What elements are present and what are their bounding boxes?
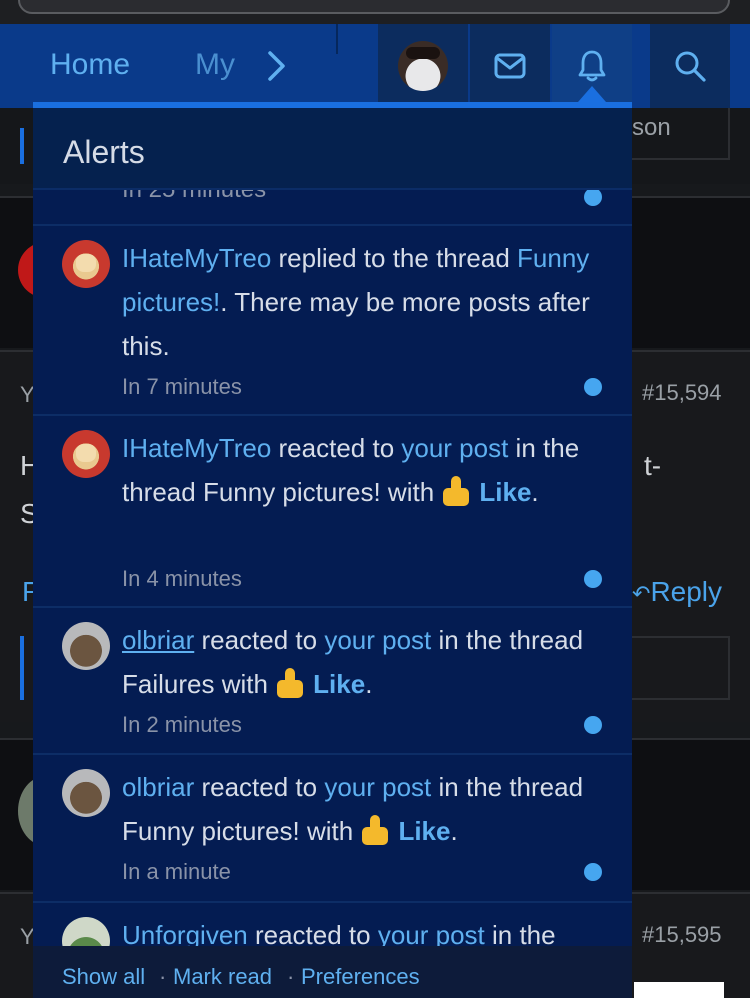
nav-divider bbox=[336, 24, 338, 54]
alert-item[interactable]: IHateMyTreo replied to the thread Funny … bbox=[33, 226, 632, 416]
thumbs-up-icon bbox=[360, 815, 392, 845]
alert-action-text: reacted to bbox=[194, 625, 325, 655]
reaction-label: Like bbox=[479, 477, 532, 507]
bg-white-box bbox=[634, 982, 724, 998]
alert-item[interactable]: IHateMyTreo reacted to your post in the … bbox=[33, 416, 632, 608]
alerts-popup: Alerts In 25 minutes IHateMyTreo replied… bbox=[33, 102, 632, 998]
reaction-label: Like bbox=[313, 669, 366, 699]
avatar[interactable] bbox=[62, 430, 110, 478]
bg-reply-label: Reply bbox=[650, 576, 723, 607]
top-navbar: Home My bbox=[0, 24, 750, 108]
preferences-link[interactable]: Preferences bbox=[301, 964, 420, 990]
thumbs-up-icon bbox=[441, 476, 473, 506]
mark-read-link[interactable]: Mark read bbox=[173, 964, 272, 990]
alert-post-link[interactable]: your post bbox=[324, 625, 431, 655]
footer-separator: · bbox=[287, 964, 295, 989]
alerts-title: Alerts bbox=[63, 134, 145, 170]
alerts-header: Alerts bbox=[33, 108, 632, 190]
url-field-edge[interactable] bbox=[18, 0, 730, 14]
search-icon bbox=[675, 51, 706, 82]
alert-end-text: . bbox=[531, 477, 539, 507]
inbox-button[interactable] bbox=[470, 24, 550, 108]
alert-action-text: reacted to bbox=[194, 772, 325, 802]
alert-action-text: reacted to bbox=[271, 433, 402, 463]
unread-dot[interactable] bbox=[584, 716, 602, 734]
mail-icon bbox=[494, 53, 526, 79]
alert-post-link[interactable]: your post bbox=[401, 433, 508, 463]
alert-post-link[interactable]: your post bbox=[324, 772, 431, 802]
thumbs-up-icon bbox=[275, 668, 307, 698]
nav-my-link[interactable]: My bbox=[195, 48, 235, 82]
unread-dot[interactable] bbox=[584, 570, 602, 588]
unread-dot[interactable] bbox=[584, 863, 602, 881]
alert-message: IHateMyTreo replied to the thread Funny … bbox=[122, 236, 592, 368]
unread-dot[interactable] bbox=[584, 190, 602, 206]
bg-quote-bar bbox=[20, 128, 24, 164]
bg-text-t: t- bbox=[644, 450, 662, 481]
account-button[interactable] bbox=[378, 24, 468, 108]
bg-post-number-1[interactable]: #15,594 bbox=[642, 380, 722, 406]
browser-address-bar bbox=[0, 0, 750, 24]
avatar[interactable] bbox=[62, 622, 110, 670]
alert-item[interactable]: olbriar reacted to your post in the thre… bbox=[33, 755, 632, 903]
alert-message: olbriar reacted to your post in the thre… bbox=[122, 765, 592, 853]
user-avatar bbox=[398, 41, 448, 91]
bg-post-number-2[interactable]: #15,595 bbox=[642, 922, 722, 948]
app-screen: son Y #15,594 H t- S R ↶Reply Y #15,595 … bbox=[0, 0, 750, 998]
alert-user-link[interactable]: IHateMyTreo bbox=[122, 243, 271, 273]
alert-action-text: replied to the thread bbox=[271, 243, 518, 273]
alert-item[interactable]: olbriar reacted to your post in the thre… bbox=[33, 608, 632, 755]
alert-time: In 25 minutes bbox=[122, 190, 266, 204]
bg-quote-bar-2 bbox=[20, 636, 24, 700]
avatar[interactable] bbox=[62, 240, 110, 288]
alert-time: In a minute bbox=[122, 859, 231, 884]
alert-end-text: . bbox=[450, 816, 458, 846]
bg-reply-button[interactable]: ↶Reply bbox=[632, 576, 722, 608]
alert-user-link[interactable]: IHateMyTreo bbox=[122, 433, 271, 463]
avatar[interactable] bbox=[62, 769, 110, 817]
nav-home-link[interactable]: Home bbox=[50, 48, 130, 82]
alerts-footer: Show all · Mark read · Preferences bbox=[33, 946, 632, 998]
alert-user-link[interactable]: olbriar bbox=[122, 625, 194, 655]
bg-snippet-son: son bbox=[632, 114, 671, 141]
reply-icon: ↶ bbox=[632, 581, 651, 606]
search-button[interactable] bbox=[650, 24, 730, 108]
alert-time: In 2 minutes bbox=[122, 712, 242, 737]
show-all-link[interactable]: Show all bbox=[62, 964, 145, 990]
reaction-label: Like bbox=[398, 816, 451, 846]
alert-time: In 7 minutes bbox=[122, 374, 242, 399]
alert-user-link[interactable]: olbriar bbox=[122, 772, 194, 802]
alert-message: olbriar reacted to your post in the thre… bbox=[122, 618, 592, 706]
alert-item-partial[interactable]: In 25 minutes bbox=[33, 190, 632, 226]
alert-time: In 4 minutes bbox=[122, 566, 242, 591]
footer-separator: · bbox=[159, 964, 167, 989]
chevron-right-icon[interactable] bbox=[262, 50, 290, 82]
alerts-caret bbox=[578, 86, 606, 102]
alert-message: IHateMyTreo reacted to your post in the … bbox=[122, 426, 592, 514]
alert-end-text: . bbox=[365, 669, 373, 699]
unread-dot[interactable] bbox=[584, 378, 602, 396]
bell-icon bbox=[578, 50, 606, 82]
